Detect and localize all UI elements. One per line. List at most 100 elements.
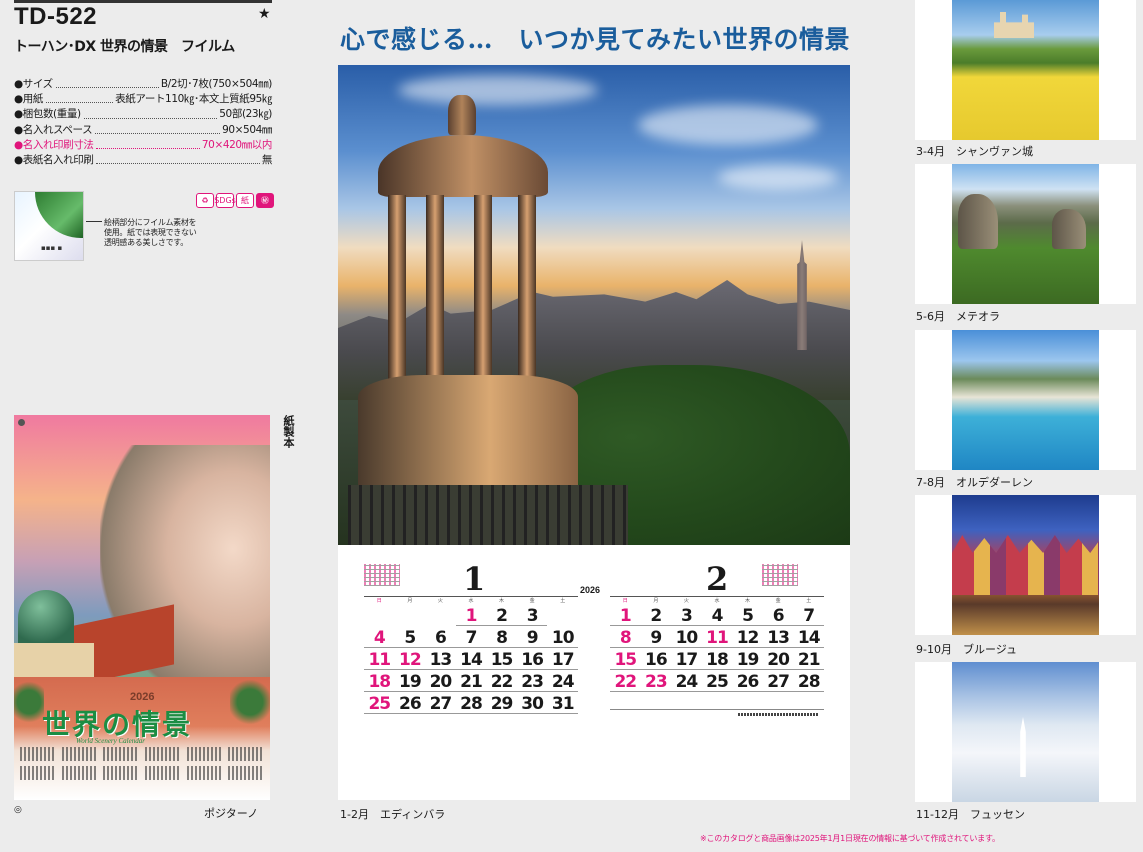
day-cell: 11 [364, 650, 395, 670]
spec-cover-print: ●表紙名入れ印刷無 [14, 154, 272, 167]
day-cell: 16 [640, 650, 672, 670]
day-cell: 5 [394, 628, 426, 648]
day-cell: 15 [610, 650, 641, 670]
day-cell: 25 [364, 694, 395, 714]
mini-calendar-prev [364, 564, 400, 586]
day-cell: 26 [394, 694, 426, 714]
thumbnail-caption: 11-12月 フュッセン [916, 808, 1025, 821]
hole-icon [18, 419, 25, 426]
day-cell: 24 [547, 672, 578, 692]
cover-mark: ◎ [14, 805, 22, 815]
spec-packing: ●梱包数(重量) 50部(23㎏) [14, 108, 272, 121]
edinburgh-photo [338, 65, 850, 545]
day-cell: 5 [732, 606, 763, 626]
divider [610, 709, 824, 710]
day-cell: 13 [762, 628, 794, 648]
empty-day-cell [547, 606, 578, 626]
binding-label: 紙製本 [282, 415, 295, 448]
day-cell: 19 [394, 672, 426, 692]
day-cell: 6 [762, 606, 794, 626]
spec-list: ●サイズ B/2切･7枚(750×504㎜) ●用紙 表紙アート110㎏･本文上質紙… [14, 77, 272, 168]
day-cell: 21 [455, 672, 487, 692]
day-cell: 17 [547, 650, 578, 670]
thumbnail-caption: 3-4月 シャンヴァン城 [916, 145, 1033, 158]
product-code: TD-522 [14, 3, 98, 30]
day-cell: 2 [640, 606, 672, 626]
photo-credit-strip [338, 545, 850, 557]
day-cell: 23 [640, 672, 672, 692]
day-cell: 19 [732, 650, 763, 670]
footnote: ※このカタログと商品画像は2025年1月1日現在の情報に基づいて作成されています… [700, 834, 1000, 843]
paper-icon: 紙 [236, 193, 254, 208]
day-cell: 7 [793, 606, 824, 626]
thumbnail-caption: 5-6月 メテオラ [916, 310, 1000, 323]
day-cell: 10 [547, 628, 578, 648]
thumbnail-caption: 7-8月 オルデダーレン [916, 476, 1033, 489]
thumbnail-caption: 9-10月 ブルージュ [916, 643, 1017, 656]
thumbnail-image [952, 662, 1099, 802]
day-cell: 6 [425, 628, 456, 648]
day-cell: 18 [701, 650, 733, 670]
spec-paper: ●用紙 表紙アート110㎏･本文上質紙95㎏ [14, 93, 272, 106]
day-cell: 23 [516, 672, 548, 692]
recycle-icon: ♻ [196, 193, 214, 208]
thumbnail-sep-oct [915, 495, 1136, 635]
day-cell: 22 [610, 672, 641, 692]
day-cell: 4 [364, 628, 395, 648]
cover-mini-calendar [20, 747, 264, 780]
headline: 心で感じる… いつか見てみたい世界の情景 [340, 25, 851, 54]
weekday-header: 日 月 火 水 木 金 土 [364, 596, 578, 604]
thumbnail-may-jun [915, 164, 1136, 304]
day-cell: 12 [732, 628, 763, 648]
day-cell: 8 [610, 628, 641, 648]
day-cell: 28 [455, 694, 487, 714]
mini-calendar-next [762, 564, 798, 586]
empty-day-cell [364, 606, 395, 626]
day-cell: 14 [793, 628, 824, 648]
day-cell: 9 [516, 628, 548, 648]
thumbnail-image [952, 495, 1099, 635]
day-cell: 28 [793, 672, 824, 692]
day-cell: 3 [671, 606, 702, 626]
day-cell: 18 [364, 672, 395, 692]
day-grid: 1 2 3 4 5 6 7 8 9 10 11 12 13 14 15 16 17 18 19 20 21 22 23 24 2… [364, 606, 578, 714]
product-name: トーハン･DX 世界の情景 フイルム [14, 39, 235, 55]
calendar-poster: 1 日 月 火 水 木 金 土 1 2 3 4 5 6 7 8 9 10 11 12 13 14 15 16 1… [338, 65, 850, 800]
spec-size: ●サイズ B/2切･7枚(750×504㎜) [14, 78, 272, 90]
day-cell: 15 [486, 650, 517, 670]
empty-day-cell [425, 606, 456, 626]
weekday-header: 日 月 火 水 木 金 土 [610, 596, 824, 604]
thumbnail-image [952, 0, 1099, 140]
thumbnail-nov-dec [915, 662, 1136, 802]
sdgs-icon: SDGs [214, 193, 236, 208]
cover-image: 2026 世界の情景 World Scenery Calendar [14, 415, 270, 800]
eco-badges: ♻ SDGs 紙 ㊙ [196, 193, 274, 208]
day-cell: 20 [762, 650, 794, 670]
day-cell: 3 [516, 606, 548, 626]
day-cell: 29 [486, 694, 517, 714]
day-cell: 21 [793, 650, 824, 670]
name-print-area [738, 713, 818, 716]
day-cell: 17 [671, 650, 702, 670]
day-cell: 2 [486, 606, 517, 626]
month-label: 2 [706, 560, 729, 598]
day-cell: 7 [455, 628, 487, 648]
day-cell: 1 [610, 606, 641, 626]
day-cell: 9 [640, 628, 672, 648]
day-cell: 8 [486, 628, 517, 648]
day-cell: 27 [425, 694, 456, 714]
star-mark: ★ [258, 6, 271, 22]
film-sample-image: ▪▪▪ ▪ [14, 191, 84, 261]
day-cell: 13 [425, 650, 456, 670]
day-cell: 24 [671, 672, 702, 692]
day-cell: 12 [394, 650, 426, 670]
day-cell: 27 [762, 672, 794, 692]
cover-caption: ポジターノ [204, 807, 259, 820]
day-cell: 1 [455, 606, 487, 626]
day-cell: 16 [516, 650, 548, 670]
day-cell: 14 [455, 650, 487, 670]
thumbnail-image [952, 330, 1099, 470]
thumbnail-image [952, 164, 1099, 304]
day-cell: 31 [547, 694, 578, 714]
day-grid: 1 2 3 4 5 6 7 8 9 10 11 12 13 14 15 16 17 18 19 20 21 22 23 24 2… [610, 606, 824, 692]
